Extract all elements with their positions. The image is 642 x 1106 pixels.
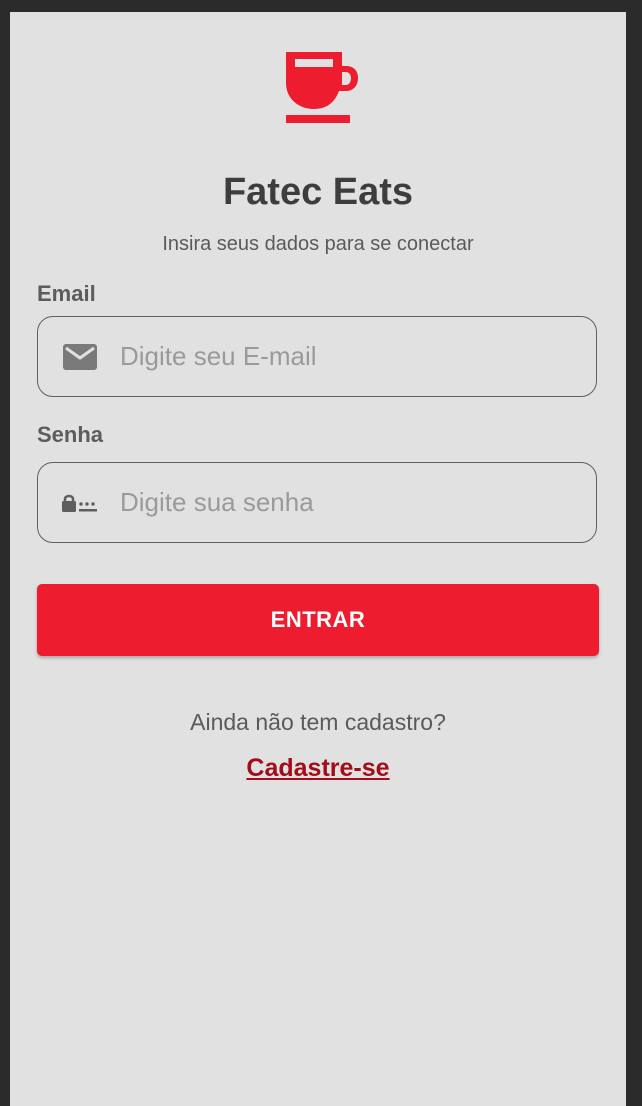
password-label: Senha	[37, 422, 104, 447]
signup-link[interactable]: Cadastre-se	[10, 753, 626, 783]
envelope-icon	[62, 341, 98, 373]
signup-prompt: Ainda não tem cadastro?	[190, 709, 446, 735]
password-input[interactable]	[120, 463, 580, 541]
page-title: Fatec Eats	[222, 171, 414, 213]
password-field-container[interactable]	[37, 462, 597, 543]
login-button[interactable]: ENTRAR	[37, 584, 599, 656]
app-screen: Fatec Eats Insira seus dados para se con…	[10, 12, 626, 1106]
page-subtitle: Insira seus dados para se conectar	[162, 233, 474, 255]
password-lock-icon	[62, 487, 98, 519]
email-label: Email	[37, 281, 96, 306]
email-field-container[interactable]	[37, 316, 597, 397]
email-input[interactable]	[120, 317, 580, 395]
coffee-cup-icon	[286, 52, 358, 123]
